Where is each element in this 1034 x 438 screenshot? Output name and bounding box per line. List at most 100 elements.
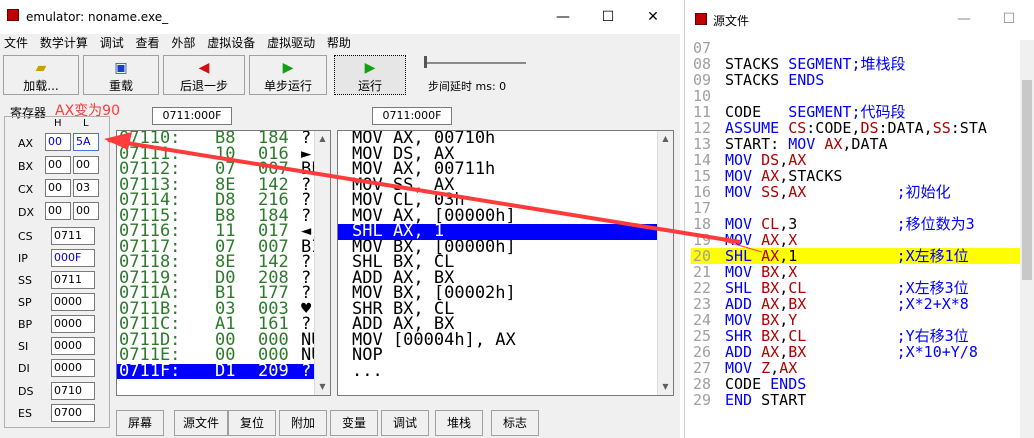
source-line[interactable]: 20 SHL AX,1 ;X左移1位	[691, 248, 1034, 264]
reg-bp-value[interactable]: 0000	[51, 315, 95, 333]
memory-row[interactable]: 07111: 10 016 ►	[117, 145, 317, 163]
source-code-editor[interactable]: 07 08 STACKS SEGMENT;堆栈段 09 STACKS ENDS 10 11 C…	[691, 40, 1034, 438]
memory-row[interactable]: 0711C: A1 161?	[117, 316, 317, 333]
source-line[interactable]: 12 ASSUME CS:CODE,DS:DATA,SS:STA	[691, 120, 1034, 136]
aux-button[interactable]: 附加	[279, 410, 327, 436]
reg-ax-low[interactable]: 5A	[73, 133, 99, 151]
source-line[interactable]: 16 MOV SS,AX ;初始化	[691, 184, 1034, 200]
menu-help[interactable]: 帮助	[323, 34, 355, 52]
scroll-up-icon[interactable]: ▲	[658, 131, 673, 147]
source-line[interactable]: 14 MOV DS,AX	[691, 152, 1034, 168]
reset-button[interactable]: 复位	[228, 410, 276, 436]
scroll-up-icon[interactable]: ▲	[315, 131, 330, 147]
reg-es-value[interactable]: 0700	[51, 404, 95, 422]
reg-ax-high[interactable]: 00	[45, 133, 71, 151]
disasm-row[interactable]: MOV AX, 00711h	[338, 161, 658, 178]
disasm-row[interactable]: SHR BX, CL	[338, 300, 658, 318]
reload-button[interactable]: ▣ 重载	[83, 55, 159, 95]
slider-thumb[interactable]	[424, 56, 427, 68]
source-line[interactable]: 22 SHL BX,CL ;X左移3位	[691, 280, 1034, 296]
emulator-title-bar[interactable]: emulator: noname.exe_ — ☐ ✕	[0, 0, 680, 34]
disasm-address-field[interactable]: 0711:000F	[372, 107, 452, 125]
memory-scrollbar[interactable]: ▲ ▼	[314, 131, 330, 395]
reg-cx-low[interactable]: 03	[73, 179, 99, 197]
maximize-icon[interactable]: ☐	[986, 2, 1032, 36]
menu-virtual-drives[interactable]: 虚拟驱动	[263, 34, 319, 52]
source-line[interactable]: 25 SHR BX,CL ;Y右移3位	[691, 328, 1034, 344]
disasm-row[interactable]: MOV BX, [00000h]	[338, 238, 658, 256]
memory-row[interactable]: 07110: B8 184?	[117, 131, 317, 147]
step-back-button[interactable]: ◀ 后退一步	[163, 55, 245, 95]
load-button[interactable]: ▰ 加载...	[3, 55, 79, 95]
memory-row[interactable]: 07114: D8 216?	[117, 192, 317, 209]
memory-row[interactable]: 07115: B8 184?	[117, 207, 317, 225]
scroll-down-icon[interactable]: ▼	[658, 379, 673, 395]
reg-cs-value[interactable]: 0711	[51, 227, 95, 245]
scroll-down-icon[interactable]: ▼	[315, 379, 330, 395]
reg-dx-high[interactable]: 00	[45, 202, 71, 220]
run-button[interactable]: ▶ 运行	[334, 55, 406, 95]
memory-row[interactable]: 07113: 8E 142?	[117, 176, 317, 194]
maximize-icon[interactable]: ☐	[585, 0, 631, 34]
menu-view[interactable]: 查看	[132, 34, 164, 52]
source-line[interactable]: 07	[691, 40, 1034, 56]
menu-external[interactable]: 外部	[167, 34, 199, 52]
source-line[interactable]: 18 MOV CL,3 ;移位数为3	[691, 216, 1034, 232]
reg-si-value[interactable]: 0000	[51, 337, 95, 355]
screen-button[interactable]: 屏幕	[116, 410, 164, 436]
source-line[interactable]: 21 MOV BX,X	[691, 264, 1034, 280]
source-line[interactable]: 17	[691, 200, 1034, 216]
memory-row[interactable]: 07112: 07 007 BE	[117, 161, 321, 178]
reg-ss-value[interactable]: 0711	[51, 271, 95, 289]
memory-address-field[interactable]: 0711:000F	[152, 107, 232, 125]
source-line[interactable]: 15 MOV AX,STACKS	[691, 168, 1034, 184]
vars-button[interactable]: 变量	[330, 410, 378, 436]
disasm-scrollbar[interactable]: ▲ ▼	[657, 131, 673, 395]
debug-button[interactable]: 调试	[381, 410, 429, 436]
source-scrollbar[interactable]	[1020, 40, 1034, 438]
memory-row[interactable]: 07118: 8E 142?	[117, 254, 317, 271]
reg-sp-value[interactable]: 0000	[51, 293, 95, 311]
minimize-icon[interactable]: —	[540, 0, 586, 34]
source-line[interactable]: 13 START: MOV AX,DATA	[691, 136, 1034, 152]
disasm-row[interactable]: ADD AX, BX	[338, 316, 658, 333]
menu-debug[interactable]: 调试	[96, 34, 128, 52]
scroll-thumb[interactable]	[1022, 80, 1032, 280]
reg-ip-value[interactable]: 000F	[51, 249, 95, 267]
reg-bx-low[interactable]: 00	[73, 156, 99, 174]
reg-cx-high[interactable]: 00	[45, 179, 71, 197]
disassembly-view[interactable]: ... NOP MOV [00004h], AX ADD AX, BX SHR BX, …	[337, 130, 674, 396]
disasm-row[interactable]: MOV CL, 03h	[338, 192, 658, 209]
memory-row[interactable]: 0711E: 00 000 NU	[117, 347, 321, 364]
source-line[interactable]: 19 MOV AX,X	[691, 232, 1034, 248]
memory-row[interactable]: 0711F: D1 209?	[117, 362, 317, 379]
minimize-icon[interactable]: —	[941, 2, 987, 36]
source-line[interactable]: 23 ADD AX,BX ;X*2+X*8	[691, 296, 1034, 312]
source-line[interactable]: 08 STACKS SEGMENT;堆栈段	[691, 56, 1034, 72]
reg-ds-value[interactable]: 0710	[51, 382, 95, 400]
disasm-row[interactable]: SHL BX, CL	[338, 254, 658, 271]
disasm-row[interactable]: MOV DS, AX	[338, 145, 658, 163]
disasm-row[interactable]: ADD AX, BX	[338, 269, 658, 287]
stack-button[interactable]: 堆栈	[435, 410, 483, 436]
source-title-bar[interactable]: 源文件 — ☐	[685, 0, 1034, 38]
source-line[interactable]: 26 ADD AX,BX ;X*10+Y/8	[691, 344, 1034, 360]
source-line[interactable]: 11 CODE SEGMENT;代码段	[691, 104, 1034, 120]
memory-row[interactable]: 07116: 11 017 ◄	[117, 223, 317, 240]
memory-row[interactable]: 0711B: 03 003 ♥	[117, 300, 317, 318]
single-step-button[interactable]: ▶ 单步运行	[249, 55, 327, 95]
disasm-row[interactable]: SHL AX, 1	[338, 223, 658, 240]
disasm-row[interactable]: MOV [00004h], AX	[338, 331, 658, 349]
disasm-row[interactable]: MOV BX, [00002h]	[338, 285, 658, 302]
source-line[interactable]: 24 MOV BX,Y	[691, 312, 1034, 328]
disasm-row[interactable]: ...	[338, 362, 658, 380]
disasm-row[interactable]: MOV AX, [00000h]	[338, 207, 658, 225]
menu-virtual-devices[interactable]: 虚拟设备	[203, 34, 259, 52]
reg-bx-high[interactable]: 00	[45, 156, 71, 174]
disasm-row[interactable]: NOP	[338, 347, 658, 364]
reg-di-value[interactable]: 0000	[51, 359, 95, 377]
memory-row[interactable]: 07117: 07 007 BI	[117, 238, 321, 256]
reg-dx-low[interactable]: 00	[73, 202, 99, 220]
source-line[interactable]: 10	[691, 88, 1034, 104]
menu-math[interactable]: 数学计算	[36, 34, 92, 52]
